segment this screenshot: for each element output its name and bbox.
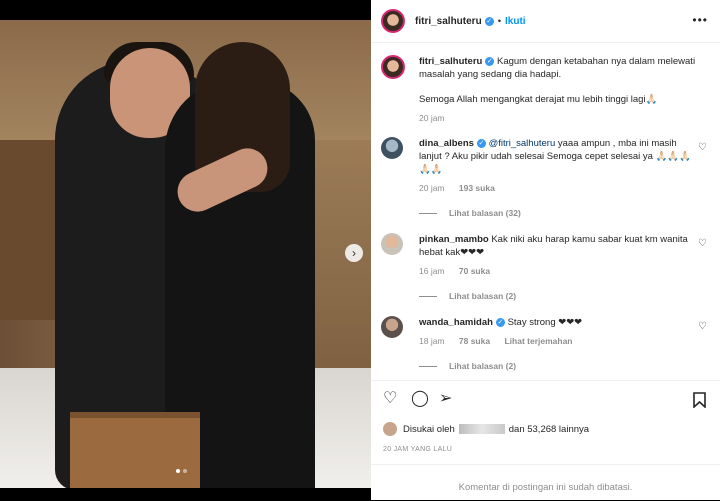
likes-prefix: Disukai oleh	[403, 423, 455, 435]
heart-icon[interactable]: ♡	[698, 320, 707, 333]
heart-icon[interactable]: ♡	[698, 237, 707, 250]
heart-icon[interactable]: ♡	[383, 391, 397, 407]
follow-button[interactable]: Ikuti	[505, 15, 526, 28]
next-slide-button[interactable]: ›	[345, 244, 363, 262]
action-bar: ♡ ◯ ➢	[383, 391, 713, 412]
comment-username[interactable]: dina_albens	[419, 138, 474, 149]
divider	[419, 366, 437, 367]
comment-item: pinkan_mambo Kak niki aku harap kamu sab…	[381, 233, 707, 303]
divider	[419, 296, 437, 297]
comments-list[interactable]: fitri_salhuteru ✓ Kagum dengan ketabahan …	[371, 43, 720, 379]
likes-suffix[interactable]: dan 53,268 lainnya	[509, 423, 589, 436]
chevron-right-icon: ›	[352, 246, 356, 260]
verified-badge-icon: ✓	[476, 138, 486, 148]
comments-closed-notice: Komentar di postingan ini sudah dibatasi…	[458, 482, 633, 493]
avatar[interactable]	[381, 233, 403, 255]
wood-bench	[70, 412, 200, 488]
view-replies-label: Lihat balasan (2)	[449, 291, 517, 301]
comment-username[interactable]: pinkan_mambo	[419, 234, 489, 245]
paper-plane-icon[interactable]: ➢	[439, 391, 452, 407]
caption-text-2: Semoga Allah mengangkat derajat mu lebih…	[419, 94, 658, 105]
comment-time: 16 jam	[419, 266, 445, 276]
likes-summary: Disukai oleh dan 53,268 lainnya	[383, 422, 589, 436]
comment-time: 20 jam	[419, 183, 445, 193]
divider	[371, 380, 720, 381]
view-replies-label: Lihat balasan (32)	[449, 208, 521, 218]
avatar[interactable]	[383, 422, 397, 436]
verified-badge-icon: ✓	[484, 16, 494, 26]
comment-likes[interactable]: 70 suka	[459, 266, 490, 276]
carousel-dots	[176, 469, 187, 473]
caption: fitri_salhuteru ✓ Kagum dengan ketabahan …	[381, 55, 701, 125]
post-time: 20 JAM YANG LALU	[383, 446, 453, 453]
comment-username[interactable]: wanda_hamidah	[419, 317, 493, 328]
header-username[interactable]: fitri_salhuteru	[415, 15, 482, 28]
comment-mention[interactable]: @fitri_salhuteru	[489, 138, 556, 149]
heart-icon[interactable]: ♡	[698, 141, 707, 154]
verified-badge-icon: ✓	[485, 56, 495, 66]
carousel-dot-active	[176, 469, 180, 473]
view-replies-button[interactable]: Lihat balasan (2)	[419, 290, 701, 303]
avatar[interactable]	[381, 9, 405, 33]
avatar[interactable]	[381, 316, 403, 338]
translate-link[interactable]: Lihat terjemahan	[504, 336, 572, 346]
comment-icon[interactable]: ◯	[411, 391, 429, 407]
comment-time: 18 jam	[419, 336, 445, 346]
verified-badge-icon: ✓	[495, 317, 505, 327]
post-media: ›	[0, 0, 371, 500]
post-sidebar: fitri_salhuteru ✓ • Ikuti ••• fitri_salh…	[371, 0, 720, 500]
comment-item: dina_albens ✓ @fitri_salhuteru yaaa ampun…	[381, 137, 707, 220]
comment-likes[interactable]: 193 suka	[459, 183, 495, 193]
bookmark-icon[interactable]	[693, 392, 706, 410]
comment-text: Stay strong ❤❤❤	[507, 317, 583, 328]
header-separator: •	[497, 15, 502, 27]
more-options-button[interactable]: •••	[692, 14, 708, 27]
avatar[interactable]	[381, 55, 405, 79]
comment-likes[interactable]: 78 suka	[459, 336, 490, 346]
avatar[interactable]	[381, 137, 403, 159]
post-photo[interactable]	[0, 20, 371, 488]
comment-item: wanda_hamidah ✓ Stay strong ❤❤❤ 18 jam 78…	[381, 316, 707, 373]
divider	[419, 213, 437, 214]
view-replies-button[interactable]: Lihat balasan (32)	[419, 207, 701, 220]
blurred-username	[458, 424, 505, 434]
bookmark-icon-svg	[693, 392, 706, 409]
post-header: fitri_salhuteru ✓ • Ikuti •••	[371, 0, 720, 43]
instagram-post-view: › fitri_salhuteru ✓ • Ikuti ••• fitri_sa…	[0, 0, 720, 500]
carousel-dot	[183, 469, 187, 473]
caption-username[interactable]: fitri_salhuteru	[419, 56, 482, 67]
caption-time: 20 jam	[419, 113, 445, 123]
view-replies-label: Lihat balasan (2)	[449, 361, 517, 371]
view-replies-button[interactable]: Lihat balasan (2)	[419, 360, 701, 373]
comment-box: Komentar di postingan ini sudah dibatasi…	[371, 464, 720, 501]
